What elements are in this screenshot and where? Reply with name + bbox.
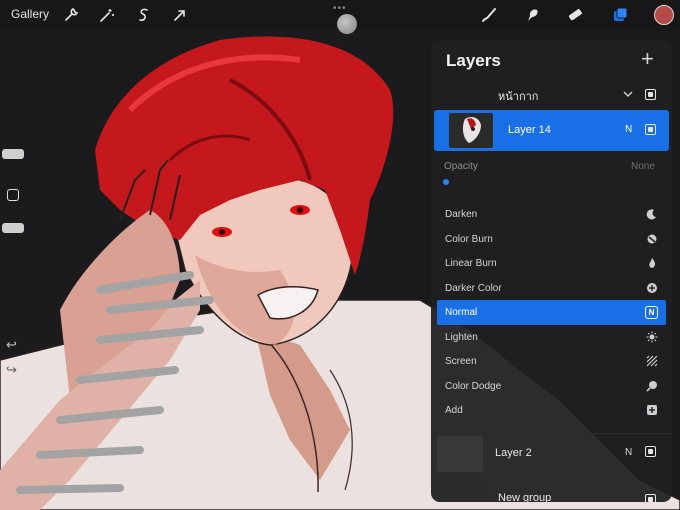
redo-icon[interactable]: ↪ xyxy=(6,362,17,378)
sun-icon xyxy=(646,331,658,342)
plus-circle-icon xyxy=(647,282,657,293)
blend-mode-lighten[interactable]: Lighten xyxy=(437,325,666,350)
layer-row[interactable]: Layer 2 N xyxy=(431,433,672,472)
brush-icon[interactable] xyxy=(480,6,498,24)
brush-size-handle[interactable] xyxy=(337,14,357,34)
flame-icon xyxy=(649,258,656,268)
visibility-checkbox[interactable] xyxy=(645,89,656,100)
layer-thumbnail xyxy=(437,436,483,472)
layer-group-row[interactable]: หน้ากาก xyxy=(431,80,672,110)
add-layer-button[interactable]: + xyxy=(641,48,654,70)
blend-mode-label: Screen xyxy=(445,356,477,367)
wrench-icon[interactable] xyxy=(62,6,80,24)
blend-mode-normal[interactable]: Normal N xyxy=(437,300,666,325)
chevron-down-icon[interactable] xyxy=(622,88,634,100)
blend-mode-label: Color Dodge xyxy=(445,380,502,392)
layers-panel: Layers + หน้ากาก Layer 14 N Opacity None… xyxy=(431,40,672,502)
blend-mode-badge[interactable]: N xyxy=(625,447,632,458)
layer-thumbnail xyxy=(449,113,493,148)
panel-title: Layers xyxy=(446,51,501,70)
opacity-value: None xyxy=(631,161,655,172)
blend-mode-label: Darker Color xyxy=(445,282,502,294)
group-thumbnail xyxy=(437,478,483,502)
add-square-icon xyxy=(647,405,657,415)
blend-mode-list: Darken Color Burn Linear Burn Darker Col… xyxy=(437,202,666,423)
visibility-checkbox[interactable] xyxy=(645,124,656,135)
transform-arrow-icon[interactable] xyxy=(171,6,189,24)
modify-square-icon[interactable] xyxy=(7,189,19,201)
color-picker-button[interactable] xyxy=(654,5,674,25)
gallery-button[interactable]: Gallery xyxy=(11,7,49,21)
blend-mode-darken[interactable]: Darken xyxy=(437,202,666,227)
layer-row-selected[interactable]: Layer 14 N xyxy=(434,110,669,151)
blend-mode-label: Normal xyxy=(445,307,478,318)
eraser-icon[interactable] xyxy=(566,6,584,24)
blend-mode-color-dodge[interactable]: Color Dodge xyxy=(437,374,666,399)
blend-mode-label: Darken xyxy=(445,209,478,220)
left-sidebar: ↩ ↪ xyxy=(0,60,30,380)
blend-mode-add[interactable]: Add xyxy=(437,398,666,423)
blend-mode-label: Lighten xyxy=(445,331,478,343)
group-name: หน้ากาก xyxy=(498,91,539,103)
opacity-slider-handle[interactable] xyxy=(443,179,449,185)
blend-mode-linear-burn[interactable]: Linear Burn xyxy=(437,251,666,276)
opacity-slider[interactable] xyxy=(2,223,24,233)
layer-group-row[interactable]: New group xyxy=(431,478,672,502)
blend-mode-badge[interactable]: N xyxy=(625,124,632,135)
layers-icon[interactable] xyxy=(611,6,629,24)
blend-mode-label: Add xyxy=(445,405,463,416)
blend-mode-screen[interactable]: Screen xyxy=(437,349,666,374)
group-name: New group xyxy=(498,492,552,502)
dodge-icon xyxy=(646,380,657,392)
brush-size-slider[interactable] xyxy=(2,149,24,159)
moon-icon xyxy=(646,209,656,220)
visibility-checkbox[interactable] xyxy=(645,446,656,457)
visibility-checkbox[interactable] xyxy=(645,494,656,502)
undo-icon[interactable]: ↩ xyxy=(6,337,17,353)
burn-icon xyxy=(647,234,657,243)
smudge-icon[interactable] xyxy=(523,6,541,24)
screen-icon xyxy=(646,355,658,367)
selection-icon[interactable] xyxy=(135,6,153,24)
layer-name: Layer 14 xyxy=(508,124,551,136)
blend-mode-color-burn[interactable]: Color Burn xyxy=(437,227,666,252)
more-indicator[interactable]: ••• xyxy=(333,3,347,14)
layer-name: Layer 2 xyxy=(495,447,532,459)
blend-mode-label: Color Burn xyxy=(445,233,493,245)
blend-mode-darker-color[interactable]: Darker Color xyxy=(437,276,666,301)
magic-wand-icon[interactable] xyxy=(98,6,116,24)
n-badge-icon: N xyxy=(645,306,658,319)
blend-mode-label: Linear Burn xyxy=(445,258,497,269)
opacity-label: Opacity xyxy=(444,161,478,172)
